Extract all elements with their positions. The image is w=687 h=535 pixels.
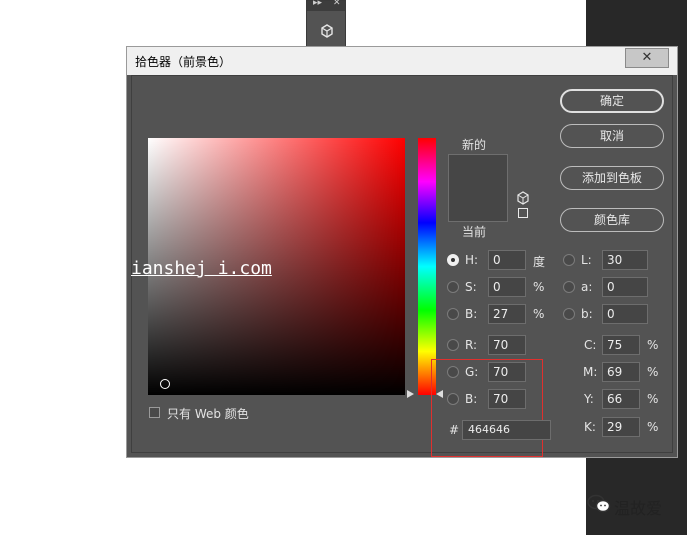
new-label: 新的 [462,138,487,152]
cancel-button-label: 取消 [599,129,624,143]
hex-label: # [449,423,460,437]
slider-arrow-left-icon[interactable] [407,390,414,398]
collapsed-panel[interactable]: ▸▸ ✕ [306,0,346,48]
label-k: K: [584,420,596,434]
label-r: R: [465,338,478,352]
input-r[interactable]: 70 [488,335,526,355]
label-s: S: [465,280,477,294]
close-icon[interactable]: ✕ [333,0,341,8]
add-to-swatches-button[interactable]: 添加到色板 [560,166,664,190]
ok-button-label: 确定 [599,94,624,108]
input-s[interactable]: 0 [488,277,526,297]
unit-m: % [647,365,659,379]
radio-l[interactable] [563,254,575,266]
input-y[interactable]: 66 [602,389,640,409]
label-m: M: [583,365,598,379]
unit-y: % [647,392,659,406]
ok-button[interactable]: 确定 [560,89,664,113]
label-a: a: [581,280,593,294]
dialog-title: 拾色器（前景色） [135,55,232,69]
title-bar[interactable]: 拾色器（前景色） ✕ [127,47,677,75]
web-colors-only-label: 只有 Web 颜色 [167,407,249,421]
unit-h: 度 [533,255,546,269]
input-c[interactable]: 75 [602,335,640,355]
input-a[interactable]: 0 [602,277,648,297]
input-h[interactable]: 0 [488,250,526,270]
hue-slider[interactable] [418,138,436,395]
watermark-text: ianshej i.com [131,258,272,279]
cancel-button[interactable]: 取消 [560,124,664,148]
rgb-highlight-box [431,359,543,457]
wechat-icon [587,494,611,513]
label-l: L: [581,253,592,267]
color-picker-circle[interactable] [160,379,170,389]
input-k[interactable]: 29 [602,417,640,437]
radio-a[interactable] [563,281,575,293]
label-b-brightness: B: [465,307,478,321]
label-h: H: [465,253,479,267]
color-libraries-button[interactable]: 颜色库 [560,208,664,232]
current-label: 当前 [462,225,487,239]
input-lab-b[interactable]: 0 [602,304,648,324]
radio-h[interactable] [447,254,459,266]
unit-k: % [647,420,659,434]
unit-s: % [533,280,545,294]
input-l[interactable]: 30 [602,250,648,270]
input-b-brightness[interactable]: 27 [488,304,526,324]
color-picker-dialog: 拾色器（前景色） ✕ 新的 当前 确定 取消 添加到色板 颜色库 H: 0 度 … [126,46,678,458]
unit-c: % [647,338,659,352]
label-y: Y: [584,392,594,406]
label-c: C: [584,338,597,352]
input-m[interactable]: 69 [602,362,640,382]
3d-cube-icon[interactable] [319,23,335,39]
color-preview-swatch[interactable] [448,154,508,222]
radio-r[interactable] [447,339,459,351]
label-lab-b: b: [581,307,593,321]
cube-warning-icon[interactable] [517,191,529,205]
radio-lab-b[interactable] [563,308,575,320]
expand-arrows-icon[interactable]: ▸▸ [313,0,322,8]
radio-s[interactable] [447,281,459,293]
web-colors-only-checkbox[interactable] [149,407,160,418]
hex-input[interactable]: 464646 [462,420,551,440]
radio-b-brightness[interactable] [447,308,459,320]
unit-b-brightness: % [533,307,545,321]
color-libraries-label: 颜色库 [593,213,630,227]
panel-header[interactable]: ▸▸ ✕ [307,0,345,11]
websafe-swatch-icon[interactable] [518,208,528,218]
brand-name: 温故爱 [614,499,663,518]
add-to-swatches-label: 添加到色板 [581,171,642,185]
close-icon: ✕ [641,50,653,65]
close-button[interactable]: ✕ [625,48,669,68]
